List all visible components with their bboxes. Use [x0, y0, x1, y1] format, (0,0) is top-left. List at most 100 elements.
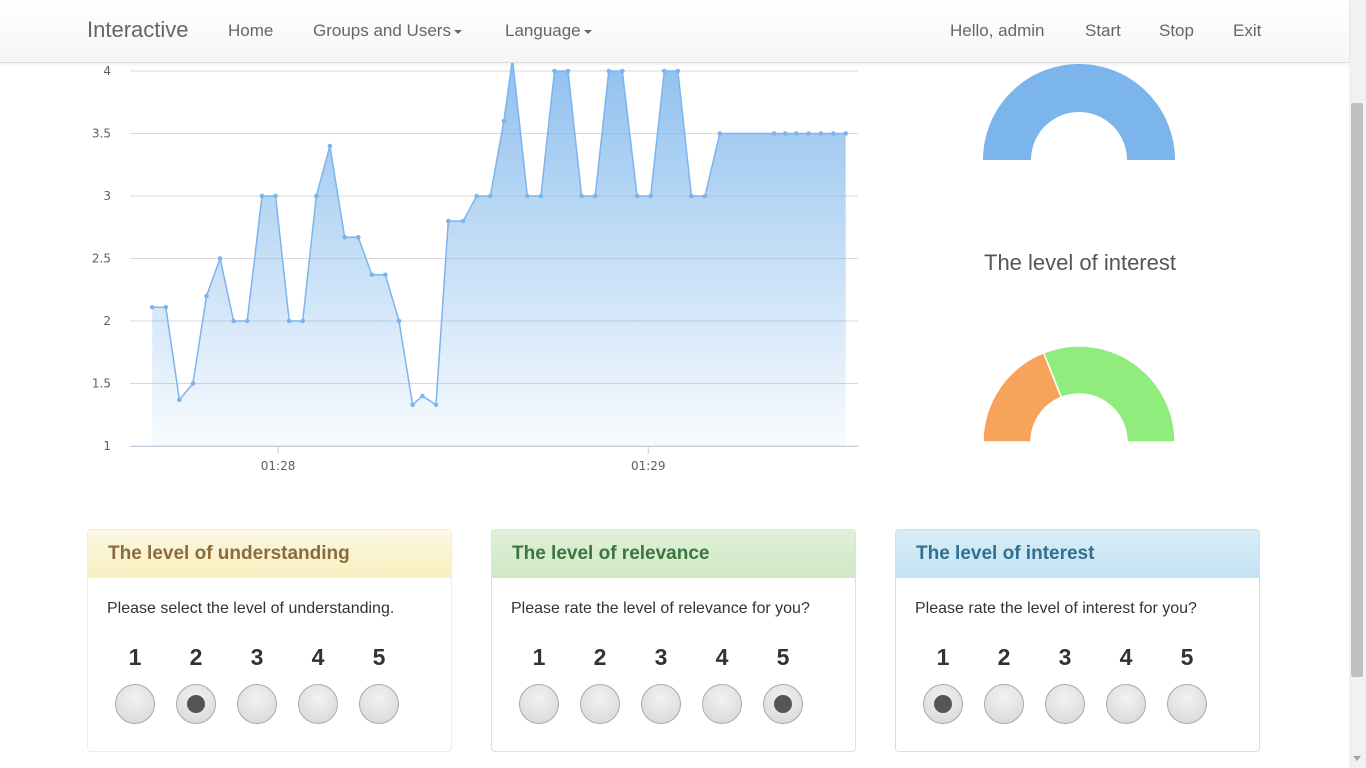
data-point — [552, 68, 557, 74]
radio-5[interactable] — [359, 684, 399, 724]
nav-exit[interactable]: Exit — [1233, 21, 1261, 41]
nav-start[interactable]: Start — [1085, 21, 1121, 41]
radio-5[interactable] — [1167, 684, 1207, 724]
data-point — [342, 234, 347, 240]
data-point — [606, 68, 612, 74]
data-point — [383, 272, 388, 278]
x-axis-ticks: 01:2801:2901:3001:31 — [261, 446, 666, 473]
x-tick-label: 01:28 — [261, 459, 296, 473]
radio-2[interactable] — [580, 684, 620, 724]
rating-label-4: 4 — [311, 644, 325, 670]
y-axis-labels: 1 1.5 2 2.5 3 3.5 4 — [92, 64, 111, 453]
data-point — [433, 402, 439, 408]
panel-title: The level of understanding — [88, 530, 451, 578]
radio-1[interactable] — [519, 684, 559, 724]
brand-link[interactable]: Interactive — [87, 17, 189, 43]
gauge-top-arc — [983, 64, 1175, 160]
data-point — [327, 143, 333, 149]
gauge-segment-2 — [1042, 345, 1176, 443]
radio-3[interactable] — [641, 684, 681, 724]
nav-greeting[interactable]: Hello, admin — [950, 21, 1045, 41]
data-point — [259, 193, 265, 199]
rating-label-3: 3 — [250, 644, 264, 670]
radio-3[interactable] — [237, 684, 277, 724]
scrollbar-thumb[interactable] — [1351, 103, 1363, 677]
panel-question: Please rate the level of relevance for y… — [511, 600, 810, 617]
rating-label-1: 1 — [532, 644, 546, 670]
panel-understanding: The level of understanding Please select… — [87, 529, 452, 752]
y-tick-label: 1 — [103, 439, 111, 453]
rating-label-5: 5 — [1180, 644, 1194, 670]
scroll-down-arrow-icon[interactable] — [1353, 756, 1361, 761]
radio-4[interactable] — [702, 684, 742, 724]
y-tick-label: 4 — [103, 64, 111, 78]
data-point — [501, 118, 507, 124]
data-point — [300, 318, 306, 324]
y-tick-label: 3 — [103, 189, 111, 203]
rating-label-1: 1 — [128, 644, 142, 670]
series-area — [152, 62, 846, 446]
data-point — [675, 68, 681, 74]
nav-stop[interactable]: Stop — [1159, 21, 1194, 41]
data-point — [818, 131, 824, 136]
rating-label-2: 2 — [593, 644, 607, 670]
x-tick-label: 01:29 — [631, 459, 666, 473]
radio-5[interactable] — [763, 684, 803, 724]
nav-language-label: Language — [505, 21, 581, 40]
data-point — [620, 68, 625, 74]
data-point — [565, 68, 571, 74]
data-point — [177, 397, 182, 403]
radio-1[interactable] — [115, 684, 155, 724]
data-point — [314, 193, 319, 199]
y-tick-label: 2.5 — [92, 252, 111, 266]
data-point — [474, 193, 480, 199]
data-point — [538, 193, 544, 199]
rating-label-3: 3 — [654, 644, 668, 670]
panel-relevance: The level of relevance Please rate the l… — [491, 529, 856, 752]
y-tick-label: 1.5 — [92, 377, 111, 391]
data-point — [244, 318, 250, 324]
rating-label-5: 5 — [372, 644, 386, 670]
panel-question: Please rate the level of interest for yo… — [915, 600, 1197, 617]
rating-label-1: 1 — [936, 644, 950, 670]
rating-label-5: 5 — [776, 644, 790, 670]
data-point — [661, 68, 667, 74]
nav-language-dropdown[interactable]: Language — [505, 21, 592, 41]
data-point — [771, 131, 777, 136]
data-point — [273, 193, 278, 199]
data-point — [634, 193, 640, 199]
rating-label-4: 4 — [1119, 644, 1133, 670]
data-point — [487, 193, 493, 199]
rating-label-2: 2 — [189, 644, 203, 670]
interest-area-chart: 11.522.533.54 01:2801:2901:3001:31 — [92, 62, 858, 473]
data-point — [163, 304, 169, 310]
data-point — [806, 131, 811, 136]
radio-4[interactable] — [298, 684, 338, 724]
data-point — [702, 193, 708, 199]
data-point — [231, 318, 236, 324]
nav-home[interactable]: Home — [228, 21, 273, 41]
data-point — [420, 393, 425, 399]
rating-label-3: 3 — [1058, 644, 1072, 670]
gauge-title: The level of interest — [984, 250, 1176, 275]
data-point — [689, 193, 694, 199]
radio-1[interactable] — [923, 684, 963, 724]
nav-groups-label: Groups and Users — [313, 21, 451, 40]
rating-label-4: 4 — [715, 644, 729, 670]
radio-2[interactable] — [176, 684, 216, 724]
panel-title: The level of interest — [896, 530, 1259, 578]
navbar: Interactive Home Groups and Users Langua… — [0, 0, 1349, 63]
data-point — [831, 131, 836, 136]
radio-4[interactable] — [1106, 684, 1146, 724]
data-point — [579, 193, 584, 199]
y-tick-label: 3.5 — [92, 127, 111, 141]
data-point — [794, 131, 799, 136]
gauge-bottom-arcs — [982, 345, 1176, 443]
caret-down-icon — [583, 29, 592, 34]
radio-2[interactable] — [984, 684, 1024, 724]
nav-groups-dropdown[interactable]: Groups and Users — [313, 21, 462, 41]
data-point — [355, 234, 361, 240]
radio-3[interactable] — [1045, 684, 1085, 724]
data-point — [369, 272, 375, 278]
data-point — [410, 402, 415, 408]
